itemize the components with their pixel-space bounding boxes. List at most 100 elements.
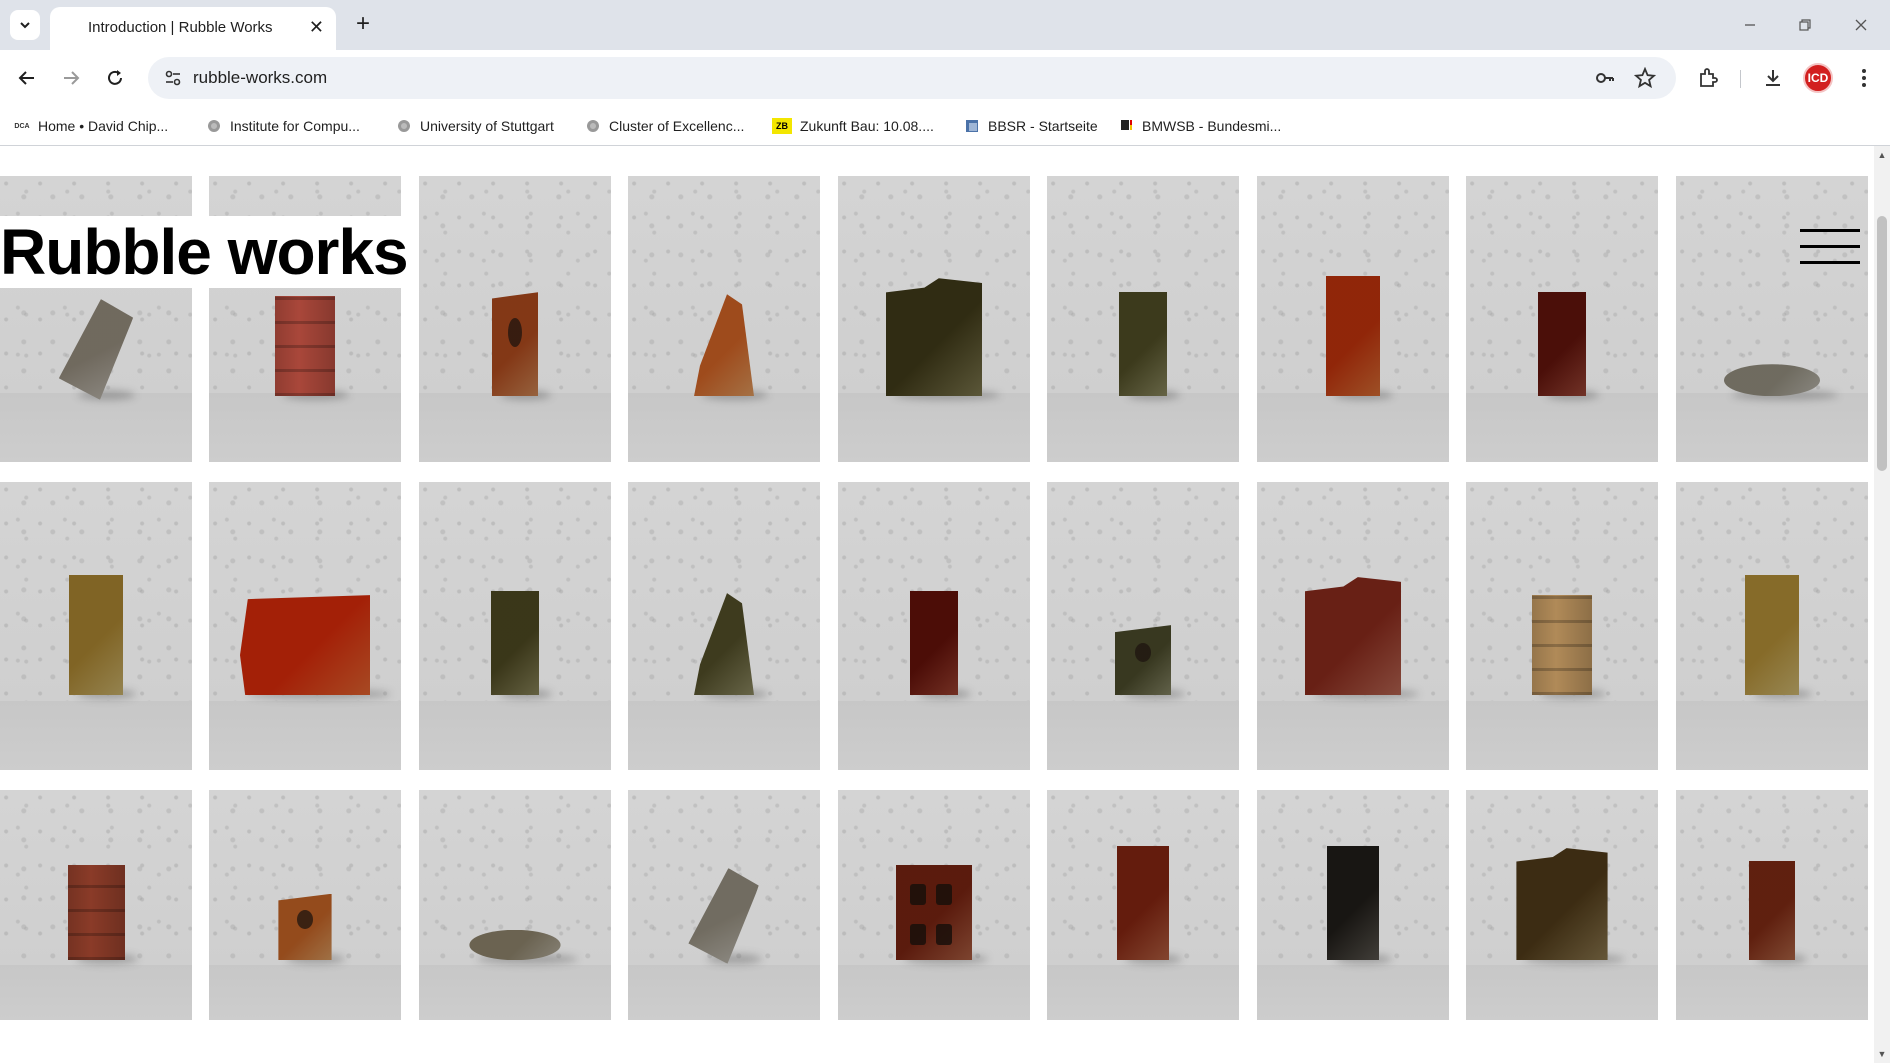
gallery-tile[interactable]	[1466, 176, 1658, 462]
tile-floor	[1047, 700, 1239, 770]
gallery-tile[interactable]	[838, 176, 1030, 462]
close-tab-icon[interactable]: ✕	[309, 17, 324, 37]
brick-hole	[1134, 642, 1152, 663]
tile-floor	[0, 700, 192, 770]
gallery-tile[interactable]	[0, 790, 192, 1020]
gallery-tile[interactable]	[1676, 482, 1868, 770]
bookmark-label: Home • David Chip...	[38, 118, 169, 134]
kebab-menu-icon[interactable]	[1850, 64, 1878, 92]
perforated-brick-rubble	[896, 865, 972, 961]
tile-floor	[0, 393, 192, 462]
tile-floor	[1047, 393, 1239, 462]
bbsr-favicon	[964, 118, 980, 134]
url-text[interactable]: rubble-works.com	[193, 68, 327, 88]
bookmark-label: BBSR - Startseite	[988, 118, 1098, 134]
active-tab[interactable]: Introduction | Rubble Works ✕	[50, 7, 336, 50]
site-settings-icon[interactable]	[160, 65, 186, 91]
brick-hole	[935, 884, 953, 906]
gallery-tile[interactable]	[628, 482, 820, 770]
bookmark-item[interactable]: BMWSB - Bundesmi...	[1118, 115, 1281, 137]
toolbar-divider	[1740, 70, 1741, 88]
tile-floor	[209, 964, 401, 1020]
reload-button[interactable]	[101, 64, 129, 92]
scroll-up-arrow[interactable]: ▲	[1877, 150, 1887, 160]
gallery-tile[interactable]	[0, 482, 192, 770]
site-title[interactable]: Rubble works	[0, 216, 412, 288]
back-button[interactable]	[13, 64, 41, 92]
mossy-block-rubble	[886, 278, 982, 397]
arrow-left-icon	[18, 71, 34, 85]
narrow-block-rubble	[1749, 861, 1795, 961]
gallery-tile[interactable]	[628, 176, 820, 462]
gallery-tile[interactable]	[209, 790, 401, 1020]
narrow-block-rubble	[1119, 292, 1167, 397]
gallery-tile[interactable]	[209, 482, 401, 770]
tile-floor	[1466, 393, 1658, 462]
bookmark-item[interactable]: BBSR - Startseite	[964, 115, 1098, 137]
new-tab-button[interactable]: +	[348, 10, 378, 40]
bookmark-item[interactable]: University of Stuttgart	[396, 115, 554, 137]
gallery-tile[interactable]	[419, 482, 611, 770]
bookmark-label: Zukunft Bau: 10.08....	[800, 118, 934, 134]
bookmark-item[interactable]: Institute for Compu...	[206, 115, 360, 137]
bookmark-label: Cluster of Excellenc...	[609, 118, 745, 134]
page-viewport: Rubble works	[0, 146, 1874, 1063]
gallery-tile[interactable]	[1466, 790, 1658, 1020]
close-window-icon[interactable]	[1846, 12, 1876, 38]
bookmark-item[interactable]: Cluster of Excellenc...	[585, 115, 744, 137]
gallery-tile[interactable]	[1047, 176, 1239, 462]
tile-floor	[209, 700, 401, 770]
bookmark-item[interactable]: DCA Home • David Chip...	[14, 115, 168, 137]
gallery-tile[interactable]	[419, 176, 611, 462]
tile-floor	[628, 700, 820, 770]
password-key-icon[interactable]	[1592, 65, 1618, 91]
eagle-favicon	[1118, 118, 1134, 134]
tile-floor	[419, 700, 611, 770]
tile-floor	[838, 393, 1030, 462]
gallery-tile[interactable]	[838, 790, 1030, 1020]
tile-floor	[1466, 964, 1658, 1020]
address-bar[interactable]: rubble-works.com	[148, 57, 1676, 99]
gallery-tile[interactable]	[1676, 176, 1868, 462]
holed-block-rubble	[278, 893, 332, 961]
restore-icon[interactable]	[1790, 12, 1820, 38]
scroll-thumb[interactable]	[1877, 216, 1887, 471]
ribbed-brick-rubble	[275, 296, 335, 397]
downloads-icon[interactable]	[1759, 64, 1787, 92]
browser-toolbar: rubble-works.com ICD	[0, 50, 1890, 106]
minimize-icon[interactable]	[1735, 12, 1765, 38]
globe-favicon	[396, 118, 412, 134]
gallery-tile[interactable]	[628, 790, 820, 1020]
narrow-block-rubble	[1538, 292, 1586, 397]
bookmarks-bar: DCA Home • David Chip... Institute for C…	[0, 106, 1890, 146]
scroll-down-arrow[interactable]: ▼	[1877, 1049, 1887, 1059]
bookmark-item[interactable]: ZB Zukunft Bau: 10.08....	[772, 115, 934, 137]
profile-avatar[interactable]: ICD	[1803, 63, 1833, 93]
gallery-tile[interactable]	[1466, 482, 1658, 770]
forward-button[interactable]	[57, 64, 85, 92]
tile-floor	[209, 393, 401, 462]
tile-floor	[1676, 964, 1868, 1020]
page-scrollbar[interactable]: ▲ ▼	[1874, 146, 1890, 1063]
hamburger-icon[interactable]	[1800, 229, 1860, 265]
bookmark-star-icon[interactable]	[1632, 65, 1658, 91]
gallery-tile[interactable]	[1257, 790, 1449, 1020]
gallery-tile[interactable]	[1676, 790, 1868, 1020]
tile-floor	[1257, 393, 1449, 462]
tile-floor	[1047, 964, 1239, 1020]
tile-floor	[1676, 393, 1868, 462]
arrow-right-icon	[64, 71, 80, 85]
globe-favicon	[206, 118, 222, 134]
gallery-tile[interactable]	[1047, 790, 1239, 1020]
gallery-tile[interactable]	[419, 790, 611, 1020]
extensions-icon[interactable]	[1694, 64, 1722, 92]
gallery-tile[interactable]	[1047, 482, 1239, 770]
tab-search-button[interactable]	[10, 10, 40, 40]
flat-stone-rubble	[1724, 364, 1820, 397]
bookmark-label: BMWSB - Bundesmi...	[1142, 118, 1282, 134]
gallery-tile[interactable]	[1257, 482, 1449, 770]
gallery-tile[interactable]	[1257, 176, 1449, 462]
gallery-tile[interactable]	[838, 482, 1030, 770]
bookmark-label: Institute for Compu...	[230, 118, 360, 134]
tile-floor	[419, 964, 611, 1020]
